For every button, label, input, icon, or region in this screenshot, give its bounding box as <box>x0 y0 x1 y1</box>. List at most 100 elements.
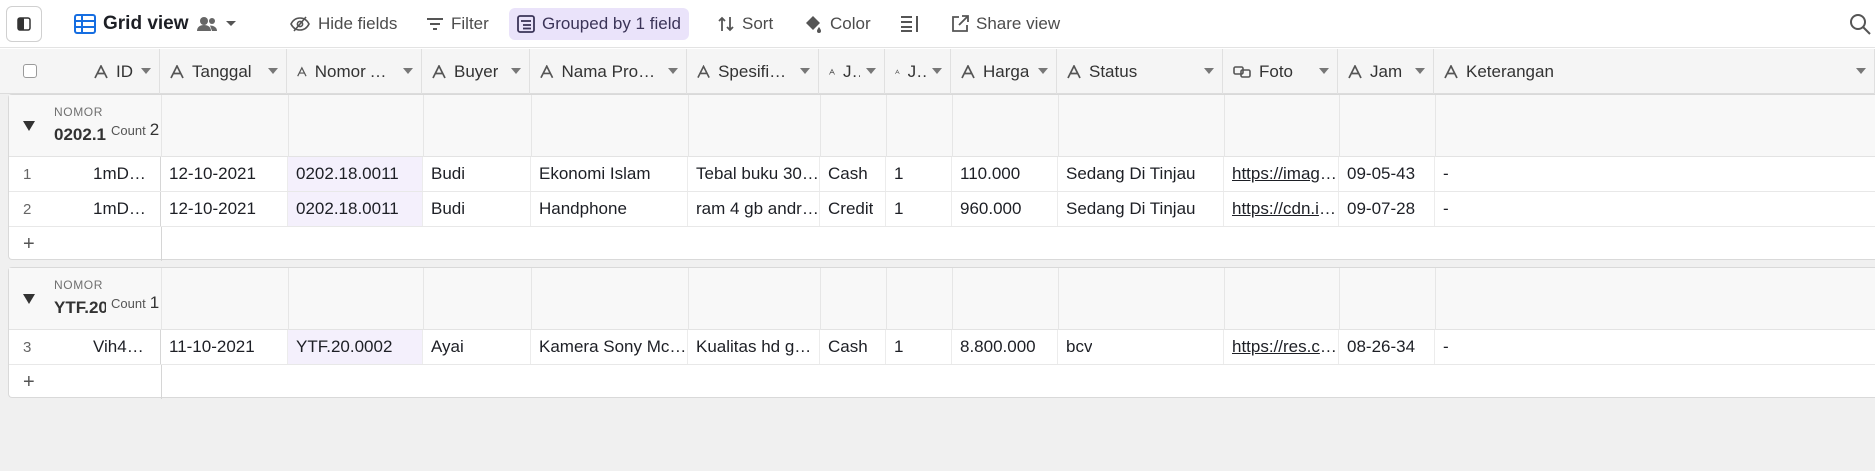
group-header-separator <box>1339 268 1340 330</box>
column-header-keterangan[interactable]: Keterangan <box>1434 49 1875 94</box>
column-header-label: ID <box>116 61 133 81</box>
column-header-spesifikasi[interactable]: Spesifikasi <box>687 49 819 94</box>
text-field-icon <box>829 68 835 75</box>
cell-foto[interactable]: https://image... <box>1224 157 1339 191</box>
cell-nomor[interactable]: YTF.20.0002 <box>288 330 423 364</box>
column-menu-caret-icon[interactable] <box>1319 68 1329 74</box>
table-row[interactable]: 1 1mDLB... 12-10-2021 0202.18.0011 Budi Ekono… <box>9 157 1875 192</box>
column-header-label: Jumlah <box>907 61 926 81</box>
cell-jam[interactable]: 08-26-34 <box>1339 330 1435 364</box>
sidebar-toggle-button[interactable] <box>6 6 42 42</box>
cell-value[interactable]: https://cdn.id... <box>1232 199 1338 219</box>
column-header-produk[interactable]: Nama Produk <box>530 49 687 94</box>
select-all-checkbox[interactable] <box>23 64 37 78</box>
cell-id[interactable]: 1mDLB... <box>85 157 161 191</box>
column-menu-caret-icon[interactable] <box>668 68 678 74</box>
add-record-row[interactable]: + <box>9 365 1875 399</box>
cell-tanggal[interactable]: 12-10-2021 <box>161 157 288 191</box>
cell-harga[interactable]: 8.800.000 <box>952 330 1058 364</box>
column-menu-caret-icon[interactable] <box>268 68 278 74</box>
cell-tanggal[interactable]: 12-10-2021 <box>161 192 288 226</box>
color-button[interactable]: Color <box>795 8 879 40</box>
table-row[interactable]: 3 Vih4UX4... 11-10-2021 YTF.20.0002 Ayai Kame… <box>9 330 1875 365</box>
column-menu-caret-icon[interactable] <box>141 68 151 74</box>
add-record-row[interactable]: + <box>9 227 1875 261</box>
cell-id[interactable]: 1mDLB... <box>85 192 161 226</box>
cell-keterangan[interactable]: - <box>1435 192 1875 226</box>
cell-produk[interactable]: Kamera Sony Mc-2500 <box>531 330 688 364</box>
column-menu-caret-icon[interactable] <box>800 68 810 74</box>
hide-fields-button[interactable]: Hide fields <box>281 8 405 40</box>
column-header-jenis[interactable]: Jenis <box>819 49 885 94</box>
group-button[interactable]: Grouped by 1 field <box>509 8 689 40</box>
cell-id[interactable]: Vih4UX4... <box>85 330 161 364</box>
cell-status[interactable]: Sedang Di Tinjau <box>1058 192 1224 226</box>
filter-button[interactable]: Filter <box>418 8 497 40</box>
cell-value: Credit <box>828 199 874 218</box>
group-header[interactable]: NOMOR ANGGOTA 0202.18.0011 Count2 <box>9 95 1875 157</box>
column-header-status[interactable]: Status <box>1057 49 1223 94</box>
cell-foto[interactable]: https://res.clo... <box>1224 330 1339 364</box>
column-menu-caret-icon[interactable] <box>1038 68 1048 74</box>
row-height-button[interactable] <box>892 8 928 40</box>
column-header-tanggal[interactable]: Tanggal <box>160 49 287 94</box>
group-header[interactable]: NOMOR ANGGOTA YTF.20.0002 Count1 <box>9 268 1875 330</box>
cell-value[interactable]: https://res.clo... <box>1232 337 1338 357</box>
column-header-nomor[interactable]: Nomor Anggota <box>287 49 422 94</box>
cell-tanggal[interactable]: 11-10-2021 <box>161 330 288 364</box>
column-menu-caret-icon[interactable] <box>932 68 942 74</box>
cell-jumlah[interactable]: 1 <box>886 157 952 191</box>
cell-value: - <box>1443 199 1449 218</box>
cell-jenis[interactable]: Cash <box>820 157 886 191</box>
column-menu-caret-icon[interactable] <box>1856 68 1866 74</box>
add-record-icon[interactable]: + <box>23 233 35 256</box>
cell-jenis[interactable]: Credit <box>820 192 886 226</box>
cell-status[interactable]: Sedang Di Tinjau <box>1058 157 1224 191</box>
search-button[interactable] <box>1849 8 1871 40</box>
cell-foto[interactable]: https://cdn.id... <box>1224 192 1339 226</box>
column-header-harga[interactable]: Harga <box>951 49 1057 94</box>
column-menu-caret-icon[interactable] <box>511 68 521 74</box>
cell-jam[interactable]: 09-07-28 <box>1339 192 1435 226</box>
column-header-jumlah[interactable]: Jumlah <box>885 49 951 94</box>
add-record-icon[interactable]: + <box>23 371 35 394</box>
cell-jam[interactable]: 09-05-43 <box>1339 157 1435 191</box>
cell-spesifikasi[interactable]: Tebal buku 30 ha... <box>688 157 820 191</box>
column-header-foto[interactable]: Foto <box>1223 49 1338 94</box>
sort-button[interactable]: Sort <box>709 8 781 40</box>
cell-value[interactable]: https://image... <box>1232 164 1338 184</box>
cell-jumlah[interactable]: 1 <box>886 192 952 226</box>
column-menu-caret-icon[interactable] <box>866 68 876 74</box>
column-menu-caret-icon[interactable] <box>1204 68 1214 74</box>
column-header-buyer[interactable]: Buyer <box>422 49 530 94</box>
cell-keterangan[interactable]: - <box>1435 157 1875 191</box>
group-header-separator <box>886 268 887 330</box>
cell-status[interactable]: bcv <box>1058 330 1224 364</box>
column-menu-caret-icon[interactable] <box>403 68 413 74</box>
cell-harga[interactable]: 110.000 <box>952 157 1058 191</box>
cell-value: Kualitas hd gera... <box>696 337 819 356</box>
column-menu-caret-icon[interactable] <box>1415 68 1425 74</box>
view-switcher-button[interactable]: Grid view <box>66 8 245 40</box>
cell-buyer[interactable]: Ayai <box>423 330 531 364</box>
share-view-button[interactable]: Share view <box>943 8 1068 40</box>
cell-spesifikasi[interactable]: ram 4 gb androi... <box>688 192 820 226</box>
group-header-separator <box>288 268 289 330</box>
group-header-separator <box>531 268 532 330</box>
column-header-jam[interactable]: Jam <box>1338 49 1434 94</box>
cell-produk[interactable]: Handphone <box>531 192 688 226</box>
collapse-group-icon[interactable] <box>23 121 35 131</box>
cell-buyer[interactable]: Budi <box>423 192 531 226</box>
cell-harga[interactable]: 960.000 <box>952 192 1058 226</box>
cell-buyer[interactable]: Budi <box>423 157 531 191</box>
cell-produk[interactable]: Ekonomi Islam <box>531 157 688 191</box>
column-header-id[interactable]: ID <box>84 49 160 94</box>
cell-spesifikasi[interactable]: Kualitas hd gera... <box>688 330 820 364</box>
cell-jenis[interactable]: Cash <box>820 330 886 364</box>
cell-nomor[interactable]: 0202.18.0011 <box>288 192 423 226</box>
cell-jumlah[interactable]: 1 <box>886 330 952 364</box>
cell-nomor[interactable]: 0202.18.0011 <box>288 157 423 191</box>
cell-keterangan[interactable]: - <box>1435 330 1875 364</box>
collapse-group-icon[interactable] <box>23 294 35 304</box>
table-row[interactable]: 2 1mDLB... 12-10-2021 0202.18.0011 Budi Handp… <box>9 192 1875 227</box>
